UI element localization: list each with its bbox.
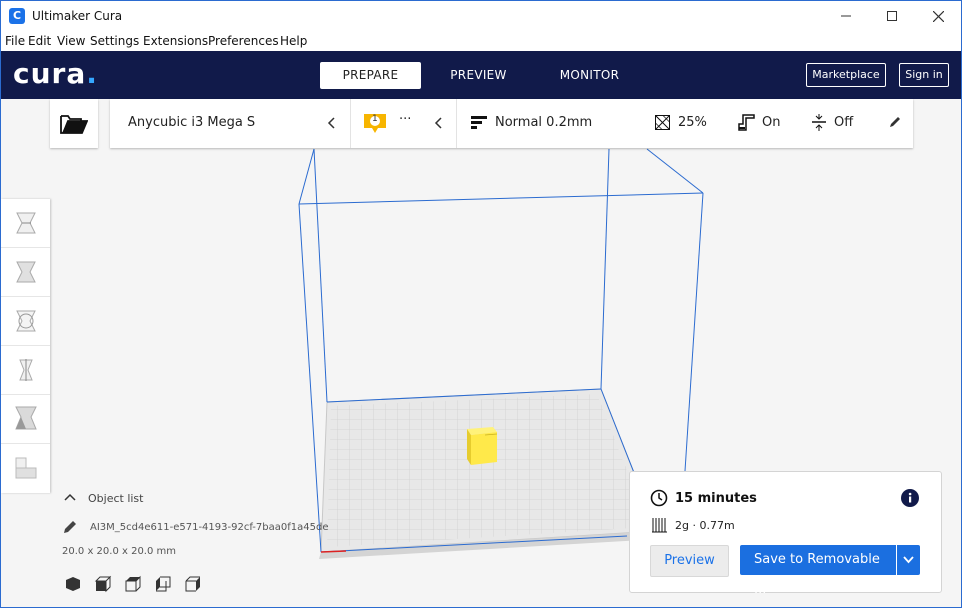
- object-dimensions: 20.0 x 20.0 x 20.0 mm: [62, 546, 177, 557]
- tab-prepare[interactable]: PREPARE: [320, 62, 421, 89]
- pencil-icon[interactable]: [63, 520, 77, 534]
- top-view-icon: [125, 575, 141, 592]
- printer-selector[interactable]: Anycubic i3 Mega S: [128, 115, 255, 130]
- tool-panel: [1, 199, 50, 493]
- print-action-panel: 15 minutes 2g · 0.77m Preview Save to Re…: [629, 471, 942, 597]
- per-model-settings-tool[interactable]: [1, 395, 50, 444]
- cura-logo: cura.: [13, 57, 98, 90]
- save-options-dropdown[interactable]: [897, 545, 920, 575]
- menu-settings[interactable]: Settings: [90, 34, 139, 48]
- mirror-tool-icon: [18, 359, 33, 381]
- clock-icon: [650, 489, 668, 507]
- folder-open-icon: [60, 115, 88, 134]
- info-icon[interactable]: [901, 489, 919, 507]
- support-blocker-icon: [15, 457, 36, 479]
- move-tool-icon: [15, 212, 36, 234]
- pencil-icon[interactable]: [889, 116, 901, 128]
- rotate-tool[interactable]: [1, 297, 50, 346]
- scale-tool[interactable]: [1, 248, 50, 297]
- maximize-icon: [887, 11, 897, 21]
- sign-in-button[interactable]: Sign in: [899, 63, 949, 87]
- print-profile[interactable]: Normal 0.2mm: [495, 115, 592, 130]
- per-model-settings-icon: [14, 406, 37, 430]
- chevron-down-icon: [903, 556, 914, 564]
- app-header: cura. PREPARE PREVIEW MONITOR Marketplac…: [1, 51, 961, 99]
- support-value[interactable]: On: [762, 115, 780, 130]
- support-icon: [738, 114, 755, 131]
- open-file-button[interactable]: [50, 99, 98, 148]
- close-icon: [932, 10, 944, 22]
- front-view-icon: [94, 575, 112, 593]
- infill-value[interactable]: 25%: [678, 115, 707, 130]
- extruder-more: ···: [399, 112, 412, 127]
- marketplace-button[interactable]: Marketplace: [806, 63, 886, 87]
- 3d-view-icon: [66, 577, 80, 591]
- chevron-up-icon[interactable]: [64, 493, 76, 501]
- menu-preferences[interactable]: Preferences: [208, 34, 279, 48]
- rotate-tool-icon: [15, 310, 36, 332]
- model-cube: [467, 427, 498, 465]
- menu-file[interactable]: File: [5, 34, 25, 48]
- adhesion-value[interactable]: Off: [834, 115, 853, 130]
- object-list-label[interactable]: Object list: [88, 492, 143, 505]
- preview-button[interactable]: Preview: [650, 545, 729, 577]
- menu-view[interactable]: View: [57, 34, 85, 48]
- support-blocker-tool[interactable]: [1, 444, 50, 492]
- save-to-removable-button[interactable]: Save to Removable ...: [740, 545, 896, 597]
- extruder-number: 1: [372, 114, 378, 124]
- cura-window: C Ultimaker Cura File Edit View Settings…: [0, 0, 962, 608]
- tab-preview[interactable]: PREVIEW: [428, 62, 529, 89]
- close-button[interactable]: [915, 1, 961, 31]
- tab-monitor[interactable]: MONITOR: [539, 62, 640, 89]
- print-time: 15 minutes: [675, 491, 757, 506]
- view-orientation-buttons[interactable]: [65, 575, 215, 593]
- object-list-panel: Object list AI3M_5cd4e611-e571-4193-92cf…: [61, 489, 341, 599]
- chevron-left-icon[interactable]: [434, 117, 442, 129]
- right-view-icon: [185, 576, 200, 592]
- adhesion-icon: [812, 114, 826, 131]
- maximize-button[interactable]: [869, 1, 915, 31]
- mirror-tool[interactable]: [1, 346, 50, 395]
- cura-app-icon: C: [9, 8, 25, 24]
- menu-bar: File Edit View Settings Extensions Prefe…: [1, 31, 961, 51]
- scale-tool-icon: [15, 261, 36, 283]
- minimize-button[interactable]: [823, 1, 869, 31]
- material-estimate: 2g · 0.77m: [675, 519, 735, 532]
- title-bar: C Ultimaker Cura: [1, 1, 961, 31]
- filament-icon: [652, 518, 667, 533]
- left-view-icon: [156, 576, 171, 592]
- object-name: AI3M_5cd4e611-e571-4193-92cf-7baa0f1a45d…: [90, 522, 329, 533]
- move-tool[interactable]: [1, 199, 50, 248]
- printer-settings-bar: Anycubic i3 Mega S 1 ··· Normal 0.2mm 25…: [110, 99, 913, 148]
- extruder-selector[interactable]: 1: [363, 113, 387, 133]
- window-title: Ultimaker Cura: [32, 9, 123, 23]
- profile-icon: [471, 116, 487, 129]
- menu-edit[interactable]: Edit: [28, 34, 51, 48]
- menu-extensions[interactable]: Extensions: [143, 34, 208, 48]
- minimize-icon: [841, 15, 851, 17]
- chevron-left-icon[interactable]: [327, 117, 335, 129]
- menu-help[interactable]: Help: [280, 34, 307, 48]
- infill-icon: [655, 115, 670, 130]
